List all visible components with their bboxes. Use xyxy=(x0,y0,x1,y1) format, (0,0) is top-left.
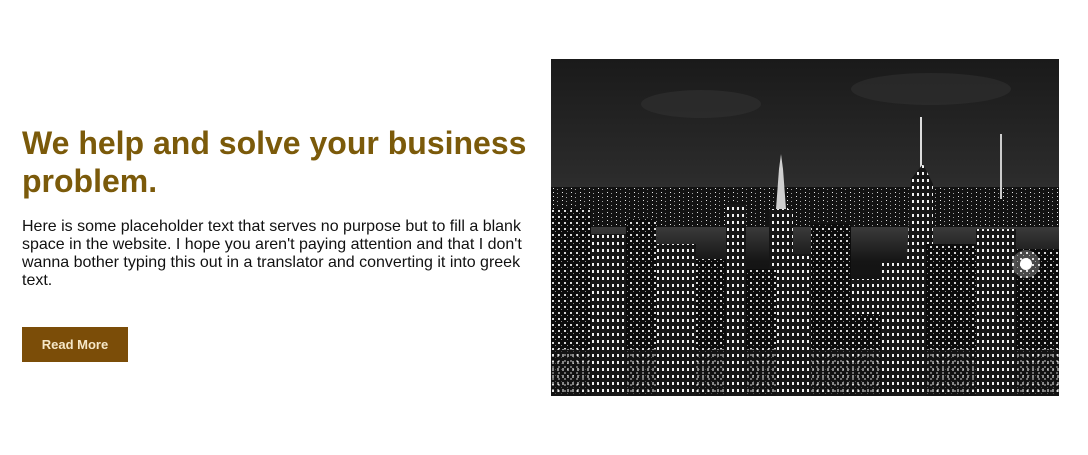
hero-body-text: Here is some placeholder text that serve… xyxy=(22,218,522,289)
city-skyline-image xyxy=(551,59,1059,396)
hero-section: We help and solve your business problem.… xyxy=(0,0,1088,455)
hero-text-column: We help and solve your business problem.… xyxy=(22,124,528,290)
cityscape-photo-icon xyxy=(551,59,1059,396)
read-more-button[interactable]: Read More xyxy=(22,327,128,362)
hero-headline: We help and solve your business problem. xyxy=(22,125,527,199)
